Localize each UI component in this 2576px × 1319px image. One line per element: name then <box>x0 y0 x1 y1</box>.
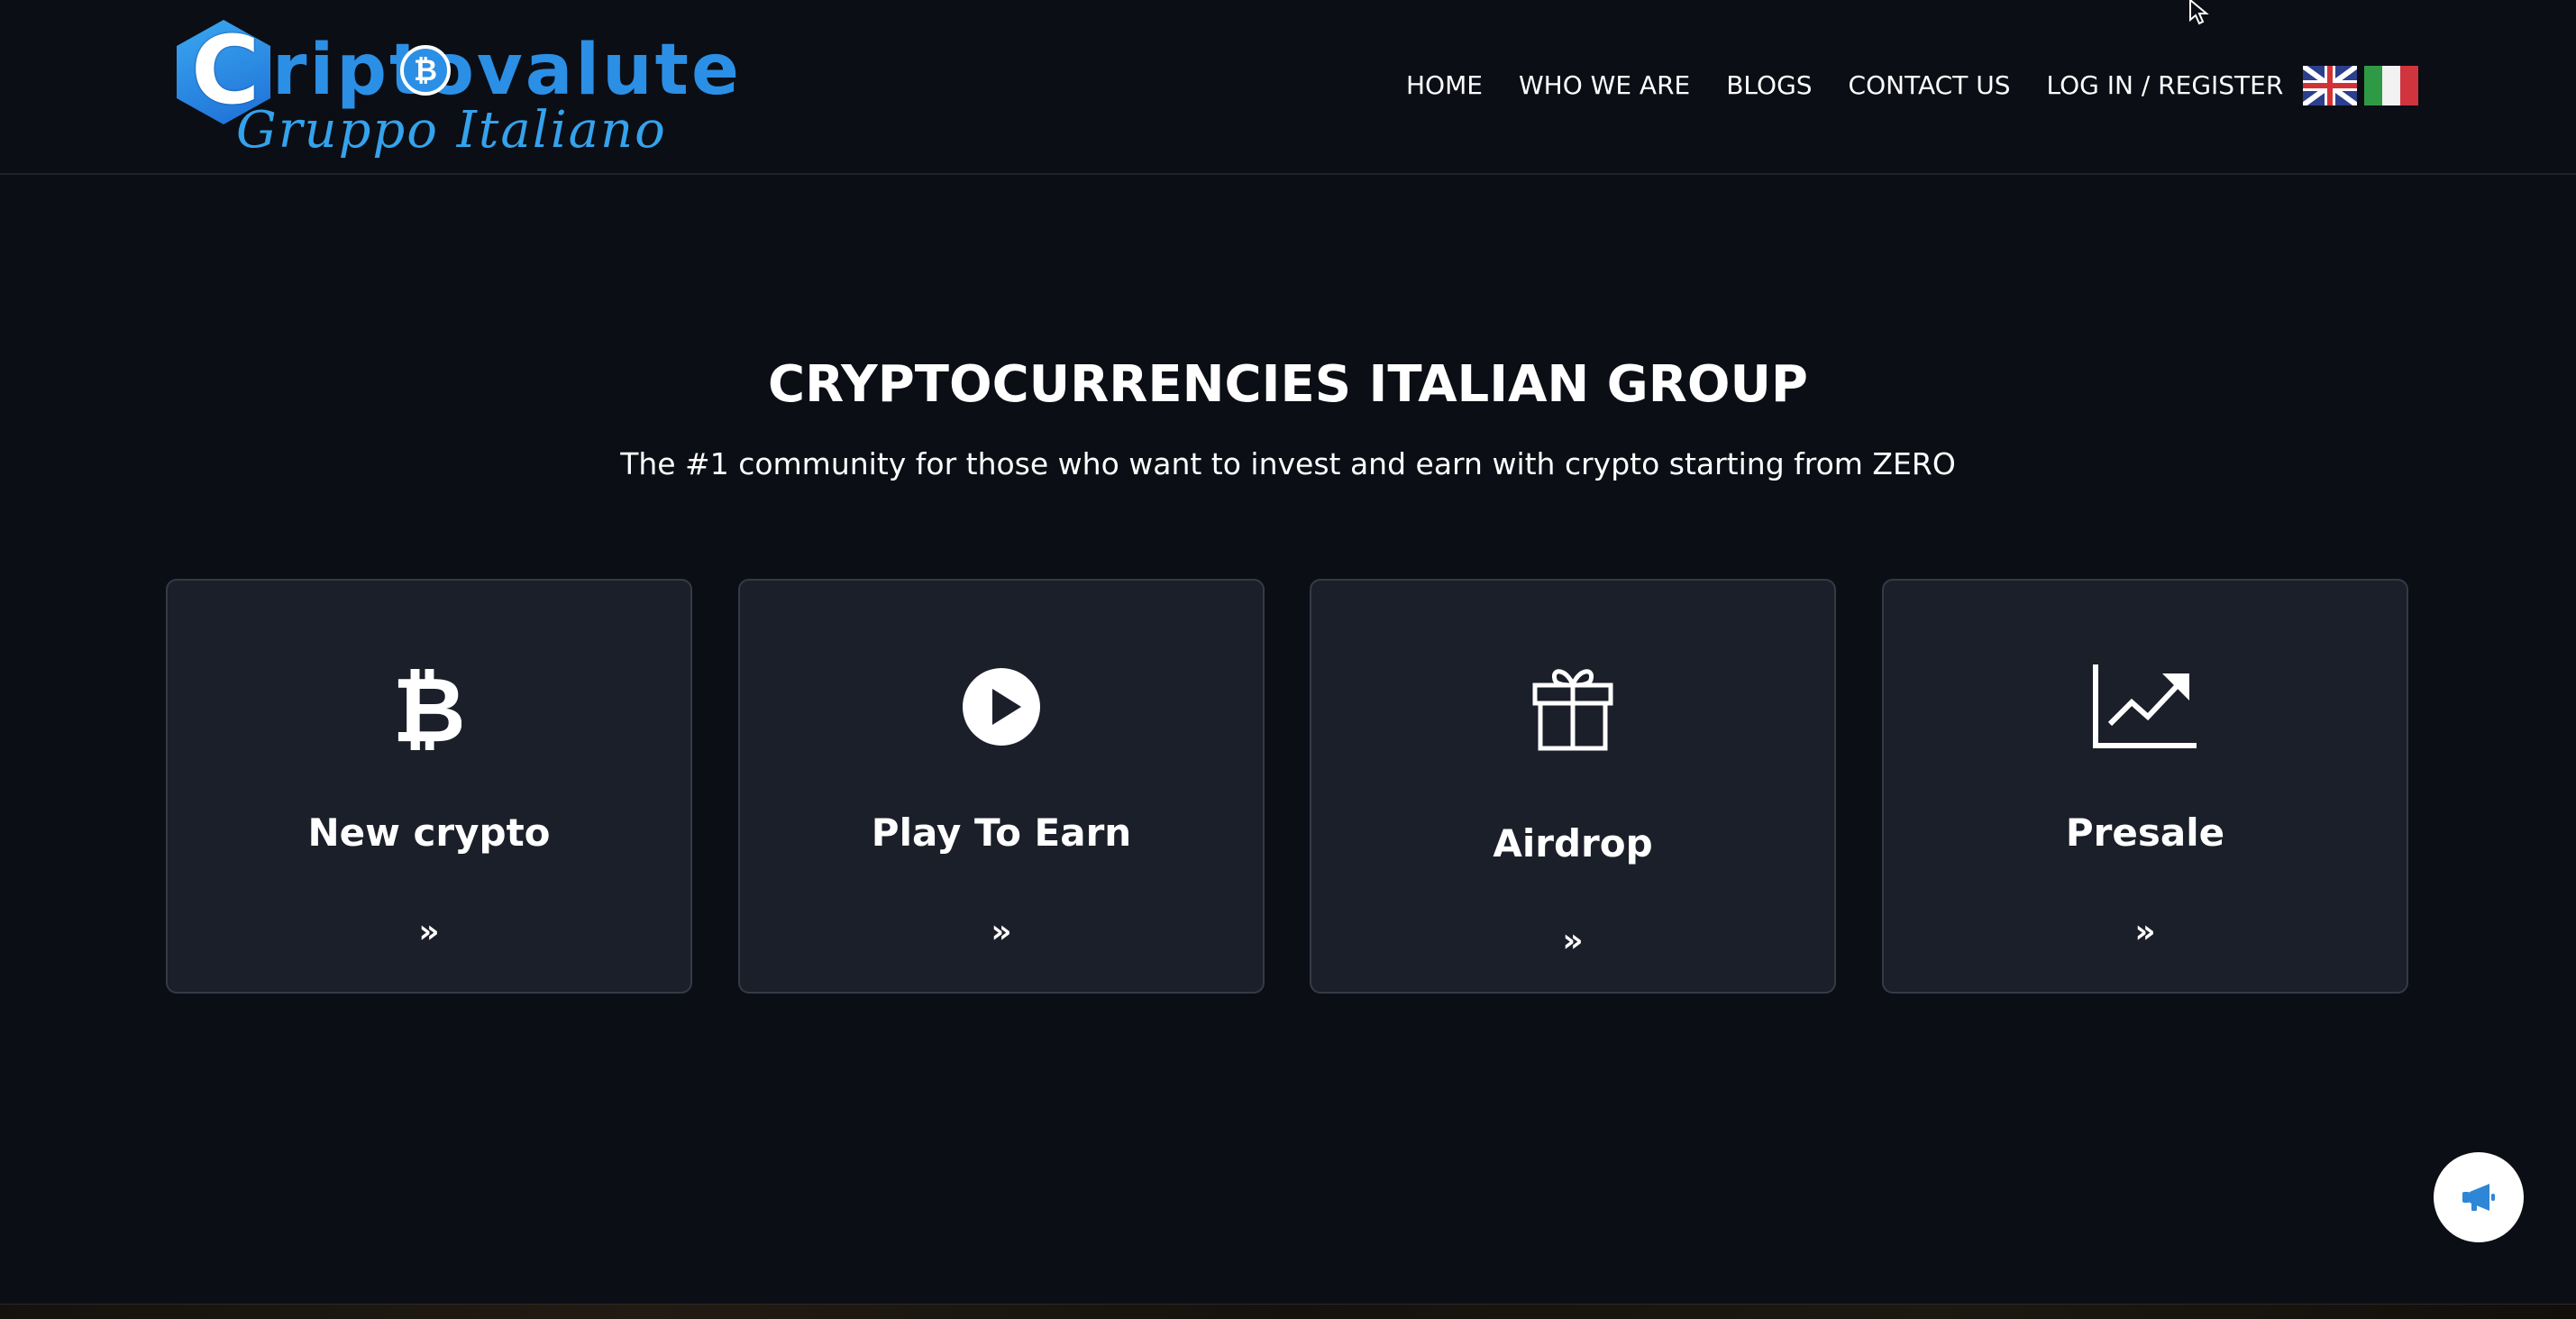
brand-logo[interactable]: C riptovalute ₿ Gruppo Italiano <box>177 16 739 160</box>
chevrons-right-icon[interactable]: » <box>168 914 690 950</box>
next-section-edge <box>0 1304 2576 1319</box>
nav-blogs[interactable]: BLOGS <box>1726 60 1812 112</box>
gift-icon <box>1311 660 1834 754</box>
card-title: Airdrop <box>1493 821 1653 866</box>
card-title: Play To Earn <box>871 811 1132 855</box>
italy-flag-icon[interactable] <box>2364 66 2419 105</box>
card-title: Presale <box>2065 811 2225 855</box>
card-presale[interactable]: Presale » <box>1882 579 2408 994</box>
page-subtitle: The #1 community for those who want to i… <box>620 446 1956 481</box>
megaphone-icon <box>2462 1184 2495 1211</box>
site-header: C riptovalute ₿ Gruppo Italiano HOME WHO… <box>0 0 2576 175</box>
card-play-to-earn[interactable]: Play To Earn » <box>738 579 1265 994</box>
chevrons-right-icon[interactable]: » <box>1884 914 2407 950</box>
play-circle-icon <box>740 660 1263 754</box>
logo-bitcoin-icon: ₿ <box>400 45 451 96</box>
bitcoin-icon: ₿ <box>168 660 690 754</box>
uk-flag-icon[interactable] <box>2303 66 2358 105</box>
chevrons-right-icon[interactable]: » <box>1311 923 1834 959</box>
card-title: New crypto <box>307 811 551 855</box>
chevrons-right-icon[interactable]: » <box>740 914 1263 950</box>
nav-who-we-are[interactable]: WHO WE ARE <box>1519 60 1690 112</box>
nav-contact-us[interactable]: CONTACT US <box>1849 60 2011 112</box>
logo-tagline: Gruppo Italiano <box>236 101 667 160</box>
page-title: CRYPTOCURRENCIES ITALIAN GROUP <box>768 355 1808 414</box>
svg-text:₿: ₿ <box>397 664 461 750</box>
mouse-cursor-icon <box>2189 0 2209 25</box>
announcement-button[interactable] <box>2434 1152 2524 1242</box>
main-nav: HOME WHO WE ARE BLOGS CONTACT US LOG IN … <box>1406 60 2425 112</box>
card-new-crypto[interactable]: ₿ New crypto » <box>166 579 692 994</box>
nav-login-register[interactable]: LOG IN / REGISTER <box>2047 60 2284 112</box>
card-airdrop[interactable]: Airdrop » <box>1310 579 1836 994</box>
chart-line-icon <box>1884 660 2407 754</box>
nav-home[interactable]: HOME <box>1406 60 1483 112</box>
